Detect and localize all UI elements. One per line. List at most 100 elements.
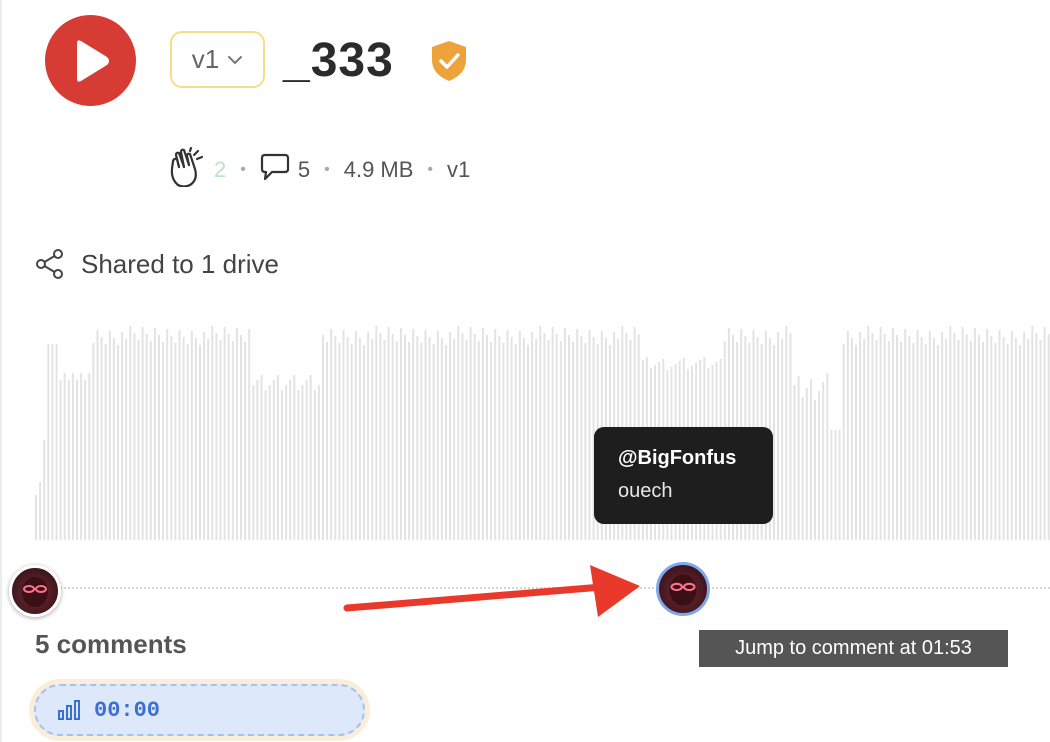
waveform-bar <box>166 329 169 540</box>
waveform-bar <box>453 339 456 540</box>
share-icon <box>36 249 63 279</box>
waveform-bar <box>305 380 308 540</box>
waveform-bar <box>100 337 103 540</box>
waveform-bar <box>211 326 214 540</box>
audio-waveform[interactable] <box>0 320 1050 540</box>
waveform-bar <box>281 390 283 540</box>
waveform-bar <box>203 332 206 540</box>
waveform-bar <box>953 333 956 540</box>
waveform-bar <box>440 338 443 540</box>
waveform-bar <box>510 337 513 540</box>
waveform-bar <box>162 342 165 540</box>
waveform-bar <box>43 440 46 540</box>
waveform-bar <box>941 332 944 540</box>
clap-icon[interactable] <box>168 146 206 193</box>
comment-marker-avatar-active[interactable] <box>656 562 710 616</box>
waveform-bar <box>1031 326 1034 540</box>
waveform-bar <box>559 341 562 540</box>
waveform-bar <box>367 332 370 540</box>
waveform-bar <box>867 326 870 540</box>
waveform-bar <box>231 341 234 540</box>
waveform-bar <box>272 380 275 540</box>
waveform-bar <box>822 382 825 540</box>
waveform-bar <box>855 345 857 540</box>
play-button[interactable] <box>45 15 136 106</box>
time-chip[interactable]: 00:00 <box>34 684 365 736</box>
waveform-bar <box>104 344 107 540</box>
waveform-bar <box>96 330 99 540</box>
verified-shield-icon <box>429 40 469 87</box>
waveform-bar <box>932 338 935 540</box>
waveform-bar <box>371 339 374 540</box>
waveform-bar <box>178 330 181 540</box>
avatar-image <box>669 574 697 606</box>
waveform-bar <box>973 328 976 540</box>
waveform-bar <box>428 337 431 540</box>
comment-tooltip-text: ouech <box>618 480 673 502</box>
waveform-bar <box>432 344 435 540</box>
waveform-bar <box>920 337 923 540</box>
waveform-bar <box>801 397 804 540</box>
version-selector-label: v1 <box>191 44 220 74</box>
waveform-bar <box>174 343 177 540</box>
waveform-bar <box>945 339 948 540</box>
waveform-bar <box>773 345 775 540</box>
stats-row: 2 • 5 • 4.9 MB • v1 <box>168 146 471 193</box>
waveform-bar <box>244 342 247 540</box>
waveform-bar <box>326 342 329 540</box>
waveform-bar <box>289 380 292 540</box>
separator-dot: • <box>324 161 330 178</box>
waveform-bar <box>420 343 423 540</box>
waveform-bar <box>260 375 263 540</box>
waveform-bar <box>317 385 320 540</box>
waveform-bar <box>986 329 989 540</box>
waveform-bar <box>522 338 525 540</box>
comment-marker-avatar[interactable] <box>9 565 61 617</box>
waveform-bar <box>1006 344 1009 540</box>
waveform-bar <box>35 495 37 540</box>
waveform-bar <box>965 334 968 540</box>
waveform-bar <box>1047 334 1050 540</box>
waveform-bar <box>297 390 300 540</box>
version-badge: v1 <box>447 157 471 182</box>
waveform-bar <box>814 400 816 540</box>
waveform-bar <box>473 334 476 540</box>
waveform-bar <box>859 332 862 540</box>
waveform-bar <box>121 332 124 540</box>
waveform-bar <box>1027 339 1030 540</box>
waveform-bar <box>908 336 911 540</box>
waveform-bar <box>928 331 931 540</box>
waveform-bar <box>781 339 784 540</box>
waveform-bar <box>527 345 529 540</box>
shared-drives-link[interactable]: Shared to 1 drive <box>35 248 279 280</box>
waveform-bar <box>301 385 304 540</box>
comment-tooltip-user: @BigFonfus <box>618 447 737 469</box>
waveform-bar <box>387 327 390 540</box>
waveform-bar <box>949 326 952 540</box>
waveform-bar <box>937 345 939 540</box>
waveform-bar <box>494 329 497 540</box>
waveform-bar <box>1043 327 1046 540</box>
waveform-bar <box>461 333 464 540</box>
waveform-bar <box>957 340 960 540</box>
waveform-bar <box>125 339 128 540</box>
waveform-bar <box>145 334 148 540</box>
waveform-bar <box>80 373 83 540</box>
waveform-bar <box>182 337 185 540</box>
version-selector[interactable]: v1 <box>170 31 265 88</box>
waveform-bar <box>215 333 218 540</box>
comments-heading: 5 comments <box>35 629 187 659</box>
separator-dot: • <box>240 161 246 178</box>
waveform-bar <box>240 335 242 540</box>
waveform-bar <box>112 338 115 540</box>
waveform-bar <box>1010 331 1013 540</box>
waveform-bar <box>379 333 382 540</box>
waveform-bar <box>276 375 279 540</box>
waveform-bar <box>490 342 493 540</box>
waveform-bar <box>900 342 903 540</box>
waveform-bar <box>896 335 898 540</box>
comment-tooltip: @BigFonfus ouech <box>594 427 773 524</box>
waveform-bar <box>190 331 193 540</box>
waveform-bar <box>416 336 419 540</box>
waveform-bar <box>871 333 874 540</box>
